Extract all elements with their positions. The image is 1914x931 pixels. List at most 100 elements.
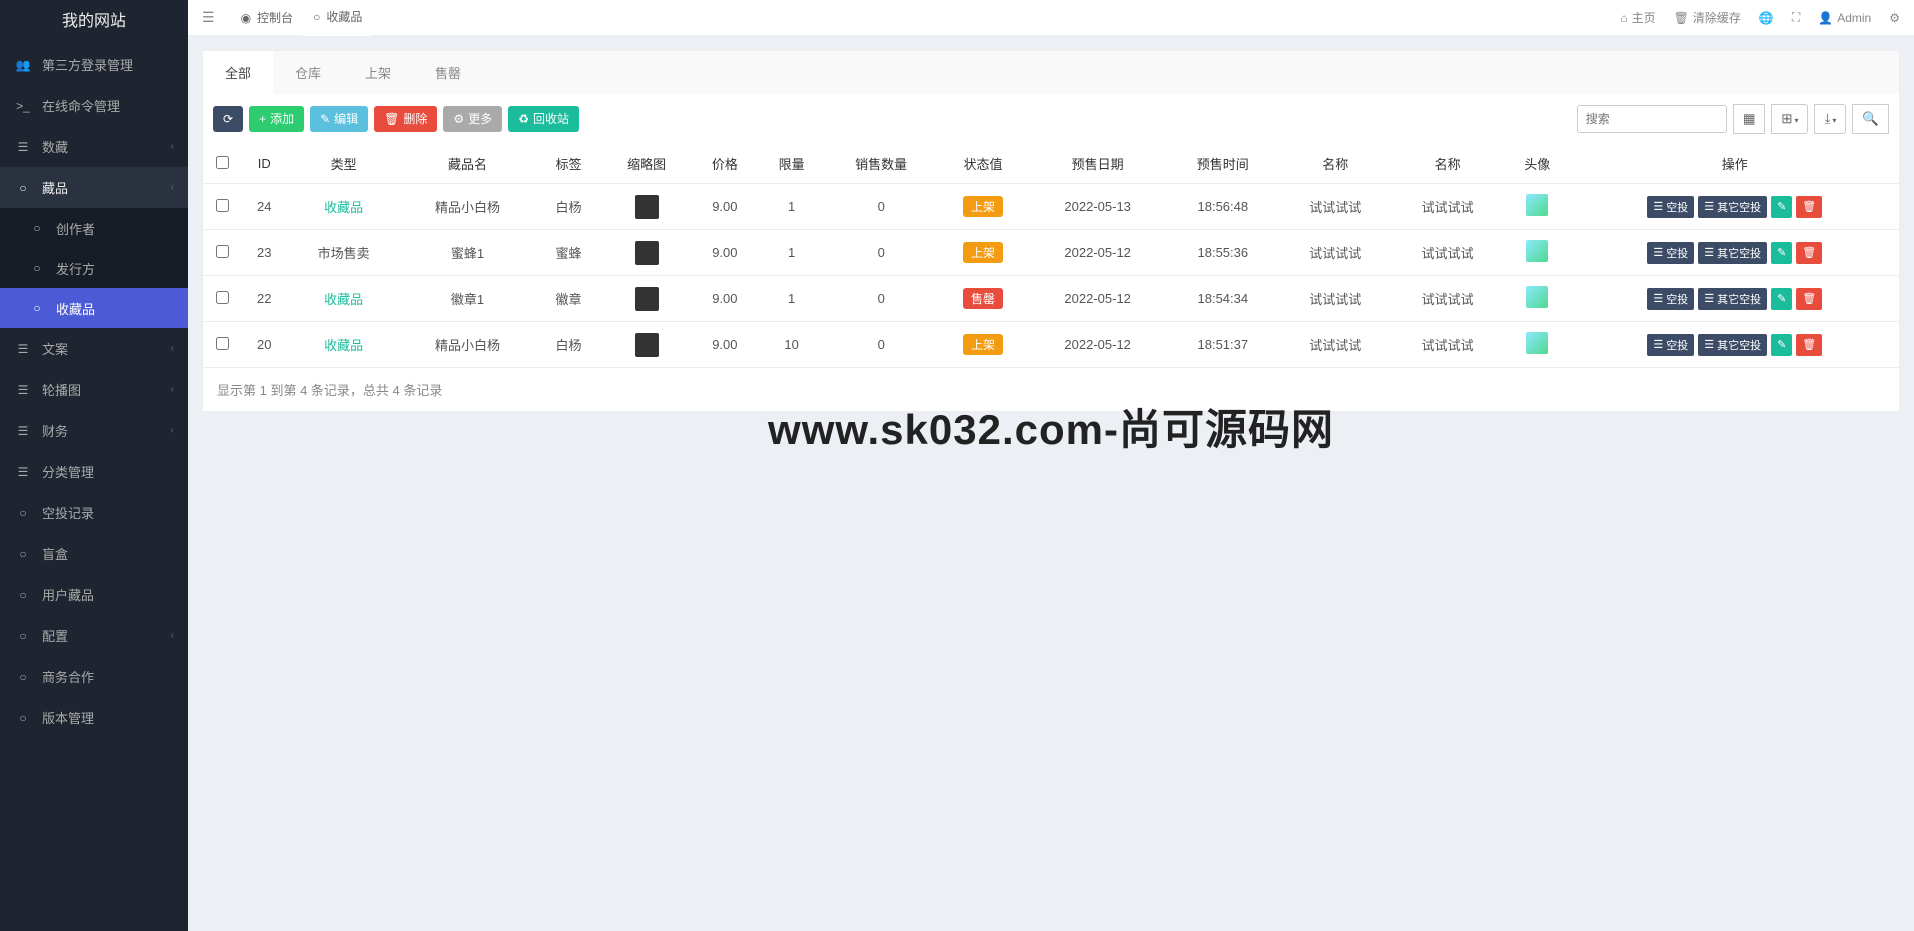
other-airdrop-button[interactable]: ☰其它空投 bbox=[1698, 242, 1767, 264]
export-button[interactable]: ⤓▾ bbox=[1814, 104, 1846, 134]
sidebar-label: 商务合作 bbox=[42, 667, 94, 686]
column-header[interactable]: 限量 bbox=[758, 144, 825, 184]
column-header[interactable]: ID bbox=[241, 144, 287, 184]
airdrop-button[interactable]: ☰空投 bbox=[1647, 242, 1694, 264]
row-delete-button[interactable]: 🗑 bbox=[1796, 196, 1822, 218]
sidebar-subitem[interactable]: ○收藏品 bbox=[0, 288, 188, 328]
sidebar-item[interactable]: ○藏品‹ bbox=[0, 167, 188, 208]
cell-time: 18:51:37 bbox=[1167, 322, 1279, 368]
row-delete-button[interactable]: 🗑 bbox=[1796, 288, 1822, 310]
delete-button[interactable]: 🗑删除 bbox=[374, 106, 437, 132]
lang-icon[interactable]: 🌐 bbox=[1759, 11, 1774, 25]
cell-name: 徽章1 bbox=[400, 276, 535, 322]
cell-time: 18:55:36 bbox=[1167, 230, 1279, 276]
sidebar-item[interactable]: ○商务合作 bbox=[0, 656, 188, 697]
sidebar-subitem[interactable]: ○创作者 bbox=[0, 208, 188, 248]
column-header[interactable]: 类型 bbox=[287, 144, 399, 184]
home-link[interactable]: ⌂主页 bbox=[1620, 9, 1655, 26]
other-airdrop-button[interactable]: ☰其它空投 bbox=[1698, 196, 1767, 218]
toggle-view-button[interactable]: ▦ bbox=[1733, 104, 1766, 134]
add-button[interactable]: +添加 bbox=[249, 106, 304, 132]
status-badge[interactable]: 售罄 bbox=[963, 288, 1003, 309]
row-delete-button[interactable]: 🗑 bbox=[1796, 334, 1822, 356]
sidebar-item[interactable]: ☰文案‹ bbox=[0, 328, 188, 369]
sidebar-item[interactable]: ○盲盒 bbox=[0, 533, 188, 574]
sidebar-label: 分类管理 bbox=[42, 462, 94, 481]
settings-icon[interactable]: ⚙ bbox=[1889, 11, 1900, 25]
row-edit-button[interactable]: ✎ bbox=[1771, 196, 1792, 218]
search-button[interactable]: 🔍 bbox=[1852, 104, 1889, 134]
sidebar-item[interactable]: 👥第三方登录管理 bbox=[0, 44, 188, 85]
select-all-checkbox[interactable] bbox=[216, 156, 229, 169]
cell-type[interactable]: 收藏品 bbox=[287, 276, 399, 322]
pencil-icon: ✎ bbox=[1777, 200, 1786, 213]
column-header[interactable]: 缩略图 bbox=[602, 144, 692, 184]
top-tab[interactable]: ○收藏品 bbox=[303, 0, 372, 36]
user-menu[interactable]: 👤Admin bbox=[1818, 11, 1871, 25]
columns-button[interactable]: ⊞▾ bbox=[1771, 104, 1808, 134]
edit-button[interactable]: ✎编辑 bbox=[310, 106, 368, 132]
column-header[interactable]: 预售日期 bbox=[1029, 144, 1167, 184]
other-airdrop-button[interactable]: ☰其它空投 bbox=[1698, 288, 1767, 310]
row-delete-button[interactable]: 🗑 bbox=[1796, 242, 1822, 264]
sidebar-item[interactable]: ☰轮播图‹ bbox=[0, 369, 188, 410]
cell-n2: 试试试试 bbox=[1391, 184, 1503, 230]
column-header[interactable]: 操作 bbox=[1571, 144, 1899, 184]
column-header[interactable]: 标签 bbox=[535, 144, 602, 184]
row-edit-button[interactable]: ✎ bbox=[1771, 334, 1792, 356]
other-airdrop-button[interactable]: ☰其它空投 bbox=[1698, 334, 1767, 356]
sidebar-item[interactable]: ☰分类管理 bbox=[0, 451, 188, 492]
row-checkbox[interactable] bbox=[216, 291, 229, 304]
recycle-button[interactable]: ♻回收站 bbox=[508, 106, 579, 132]
refresh-button[interactable]: ⟳ bbox=[213, 106, 243, 132]
column-header[interactable]: 价格 bbox=[691, 144, 758, 184]
sidebar-subitem[interactable]: ○发行方 bbox=[0, 248, 188, 288]
column-header[interactable]: 名称 bbox=[1279, 144, 1391, 184]
panel-tab[interactable]: 售罄 bbox=[413, 51, 483, 94]
column-header[interactable]: 预售时间 bbox=[1167, 144, 1279, 184]
panel-tab[interactable]: 全部 bbox=[203, 51, 273, 94]
clear-cache-link[interactable]: 🗑清除缓存 bbox=[1674, 9, 1741, 26]
column-header[interactable]: 藏品名 bbox=[400, 144, 535, 184]
cell-type[interactable]: 收藏品 bbox=[287, 184, 399, 230]
column-header[interactable]: 名称 bbox=[1391, 144, 1503, 184]
column-header[interactable]: 头像 bbox=[1504, 144, 1571, 184]
panel-tab[interactable]: 上架 bbox=[343, 51, 413, 94]
row-edit-button[interactable]: ✎ bbox=[1771, 288, 1792, 310]
sidebar-icon: 👥 bbox=[14, 58, 32, 72]
sidebar-item[interactable]: >_在线命令管理 bbox=[0, 85, 188, 126]
status-badge[interactable]: 上架 bbox=[963, 334, 1003, 355]
column-header[interactable]: 销售数量 bbox=[825, 144, 937, 184]
fullscreen-icon[interactable]: ⛶ bbox=[1792, 10, 1800, 25]
cell-n2: 试试试试 bbox=[1391, 276, 1503, 322]
row-edit-button[interactable]: ✎ bbox=[1771, 242, 1792, 264]
status-badge[interactable]: 上架 bbox=[963, 242, 1003, 263]
sidebar-item[interactable]: ○版本管理 bbox=[0, 697, 188, 738]
row-checkbox[interactable] bbox=[216, 245, 229, 258]
more-button[interactable]: ⚙更多 bbox=[443, 106, 502, 132]
sidebar-item[interactable]: ○空投记录 bbox=[0, 492, 188, 533]
row-checkbox[interactable] bbox=[216, 337, 229, 350]
chevron-icon: ‹ bbox=[171, 182, 174, 193]
sidebar-label: 配置 bbox=[42, 626, 68, 645]
airdrop-button[interactable]: ☰空投 bbox=[1647, 334, 1694, 356]
sidebar-label: 版本管理 bbox=[42, 708, 94, 727]
table-row: 20 收藏品 精品小白杨 白杨 9.00 10 0 上架 2022-05-12 … bbox=[203, 322, 1899, 368]
sidebar-item[interactable]: ○配置‹ bbox=[0, 615, 188, 656]
row-checkbox[interactable] bbox=[216, 199, 229, 212]
top-tab[interactable]: ◉控制台 bbox=[231, 0, 304, 36]
panel-tab[interactable]: 仓库 bbox=[273, 51, 343, 94]
menu-toggle-icon[interactable]: ☰ bbox=[202, 9, 215, 26]
user-icon: 👤 bbox=[1818, 11, 1833, 25]
cell-type[interactable]: 收藏品 bbox=[287, 322, 399, 368]
search-input[interactable] bbox=[1577, 105, 1727, 133]
airdrop-button[interactable]: ☰空投 bbox=[1647, 196, 1694, 218]
sidebar-item[interactable]: ○用户藏品 bbox=[0, 574, 188, 615]
sidebar-item[interactable]: ☰数藏‹ bbox=[0, 126, 188, 167]
sidebar-item[interactable]: ☰财务‹ bbox=[0, 410, 188, 451]
avatar-image bbox=[1526, 286, 1548, 308]
status-badge[interactable]: 上架 bbox=[963, 196, 1003, 217]
column-header[interactable]: 状态值 bbox=[937, 144, 1028, 184]
topbar-left: ☰ ◉控制台○收藏品 bbox=[202, 0, 372, 36]
airdrop-button[interactable]: ☰空投 bbox=[1647, 288, 1694, 310]
